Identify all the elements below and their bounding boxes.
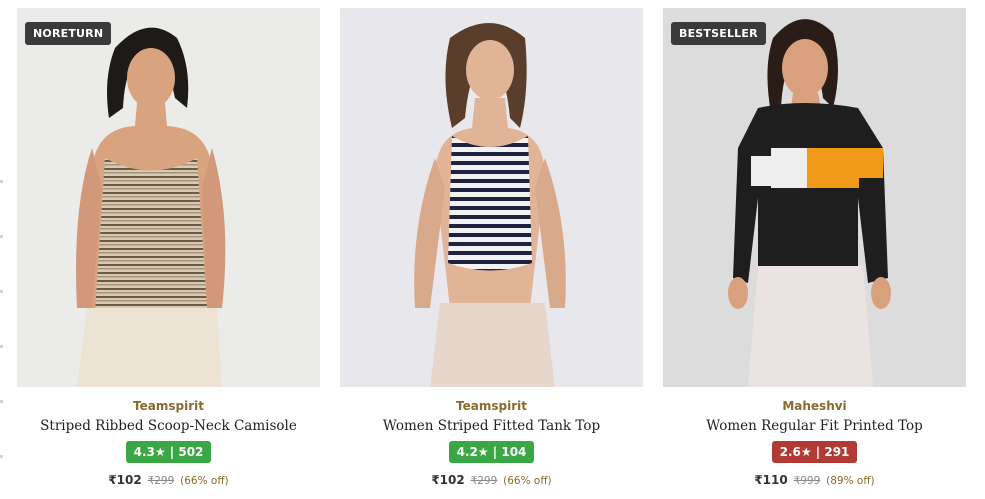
discount-percent: (66% off) [180,475,229,487]
product-card[interactable]: NORETURN Teamspirit Striped Ribbed Scoop… [17,8,320,487]
discount-percent: (89% off) [826,475,875,487]
product-photo-camisole [17,8,320,387]
original-price: ₹299 [147,475,175,487]
edge-marker [0,180,3,183]
product-card[interactable]: Teamspirit Women Striped Fitted Tank Top… [340,8,643,487]
edge-marker [0,345,3,348]
product-brand[interactable]: Teamspirit [340,399,643,413]
sale-price: ₹102 [431,473,465,487]
original-price: ₹999 [793,475,821,487]
rating-badge: 4.2★ | 104 [448,441,535,463]
product-image[interactable]: BESTSELLER [663,8,966,387]
product-title[interactable]: Women Striped Fitted Tank Top [340,418,643,434]
product-image[interactable] [340,8,643,387]
product-photo-printed-top [663,8,966,387]
product-image[interactable]: NORETURN [17,8,320,387]
edge-marker [0,400,3,403]
product-brand[interactable]: Maheshvi [663,399,966,413]
sale-price: ₹110 [754,473,788,487]
product-badge: NORETURN [25,22,112,45]
product-title[interactable]: Striped Ribbed Scoop-Neck Camisole [17,418,320,434]
discount-percent: (66% off) [503,475,552,487]
price-line: ₹102 ₹299 (66% off) [17,473,320,487]
product-photo-tank-top [340,8,643,387]
product-title[interactable]: Women Regular Fit Printed Top [663,418,966,434]
sale-price: ₹102 [108,473,142,487]
price-line: ₹110 ₹999 (89% off) [663,473,966,487]
product-badge: BESTSELLER [671,22,766,45]
edge-marker [0,235,3,238]
product-brand[interactable]: Teamspirit [17,399,320,413]
rating-badge: 2.6★ | 291 [771,441,858,463]
product-card[interactable]: BESTSELLER Maheshvi Women Regular Fit Pr… [663,8,966,487]
edge-marker [0,290,3,293]
edge-marker [0,455,3,458]
original-price: ₹299 [470,475,498,487]
rating-badge: 4.3★ | 502 [125,441,212,463]
price-line: ₹102 ₹299 (66% off) [340,473,643,487]
